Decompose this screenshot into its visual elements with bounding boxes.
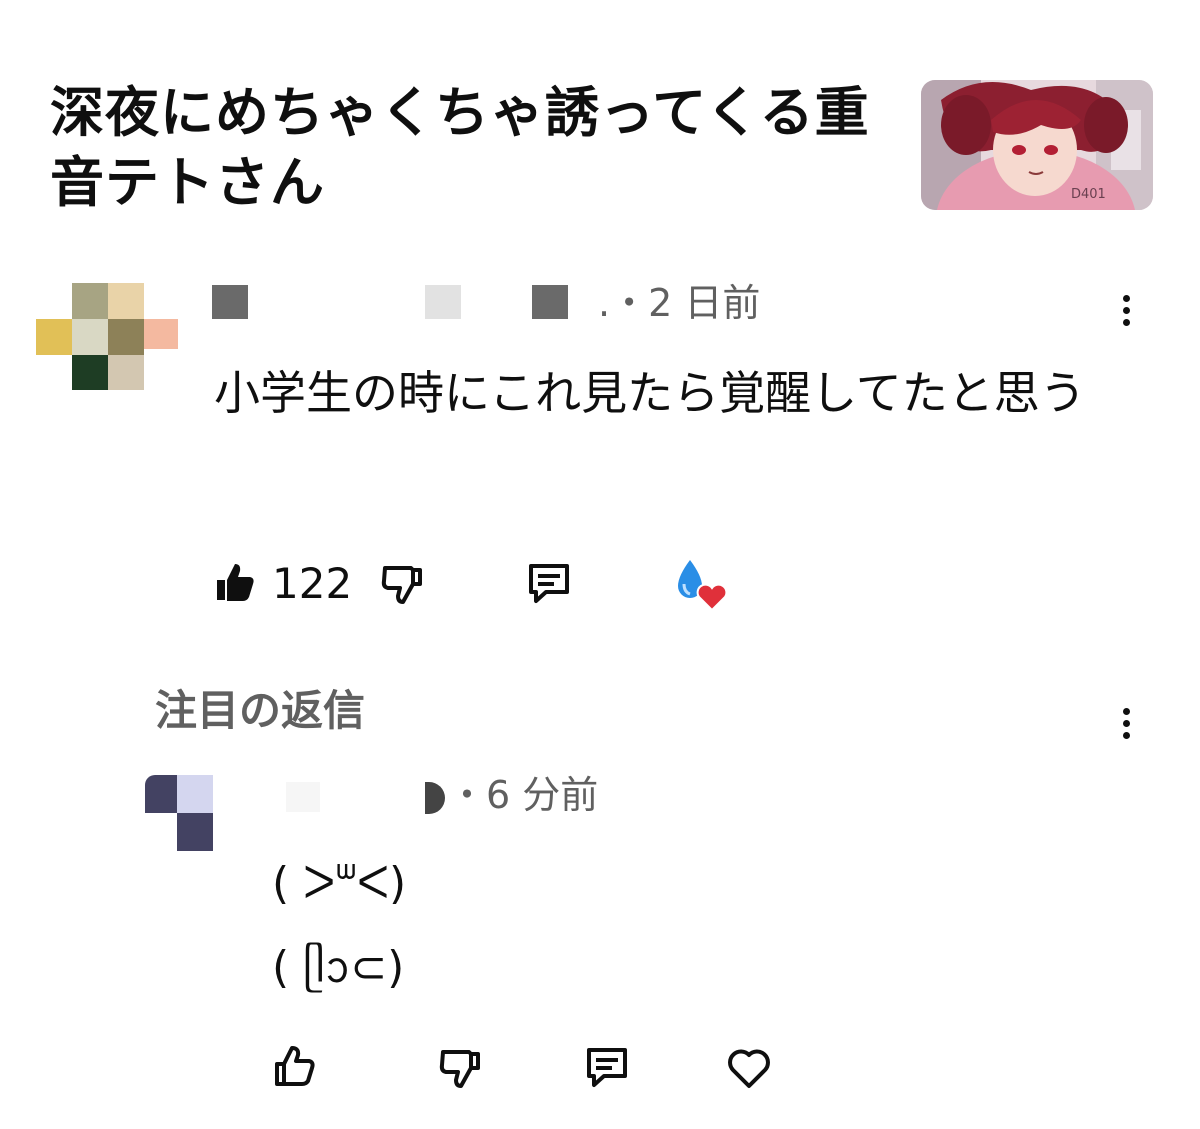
- creator-heart-icon: [678, 560, 728, 612]
- reply-icon: [587, 1048, 627, 1087]
- redacted-username-block: [425, 782, 445, 814]
- reply-text: ( ᐳᐜᐸ) ( ᥫᩣ⊂): [272, 858, 407, 993]
- reply-heart-button[interactable]: [726, 1046, 772, 1090]
- reply-avatar[interactable]: [145, 775, 213, 851]
- thumbs-up-filled-icon: [217, 564, 254, 601]
- reply-dislike-button[interactable]: [438, 1046, 482, 1090]
- redacted-username-block: [286, 782, 320, 812]
- redacted-username-block: [425, 285, 461, 319]
- svg-text:D401: D401: [1071, 187, 1106, 202]
- reply-meta: ・6 分前: [280, 772, 680, 820]
- comment-meta: .・2 日前: [212, 280, 812, 328]
- anime-girl-thumbnail-icon: D401: [921, 80, 1153, 210]
- video-thumbnail[interactable]: D401: [921, 80, 1153, 210]
- redacted-username-block: [212, 285, 248, 319]
- comment-text: 小学生の時にこれ見たら覚醒してたと思う: [214, 366, 1086, 420]
- featured-replies-label: 注目の返信: [155, 686, 366, 735]
- video-title[interactable]: 深夜にめちゃくちゃ誘ってくる重音テトさん: [50, 78, 890, 218]
- comment-like-count: 122: [272, 559, 353, 608]
- comment-more-button[interactable]: [1116, 289, 1136, 333]
- comment-timestamp: .・2 日前: [598, 281, 761, 325]
- reply-reply-button[interactable]: [584, 1044, 630, 1090]
- reply-timestamp: ・6 分前: [448, 773, 599, 817]
- reply-like-button[interactable]: [272, 1044, 318, 1090]
- thumbs-up-icon: [275, 1046, 315, 1086]
- comment-like-button[interactable]: [213, 560, 257, 604]
- comment-reply-button[interactable]: [526, 560, 572, 606]
- reply-icon: [529, 564, 569, 603]
- comment-dislike-button[interactable]: [380, 562, 424, 606]
- creator-heart-badge: [672, 558, 730, 614]
- thumbs-down-icon: [439, 1050, 480, 1088]
- redacted-username-block: [532, 285, 568, 319]
- reply-more-button[interactable]: [1116, 702, 1136, 746]
- heart-outline-icon: [728, 1049, 770, 1088]
- commenter-avatar[interactable]: [36, 283, 178, 390]
- thumbs-down-icon: [381, 566, 422, 604]
